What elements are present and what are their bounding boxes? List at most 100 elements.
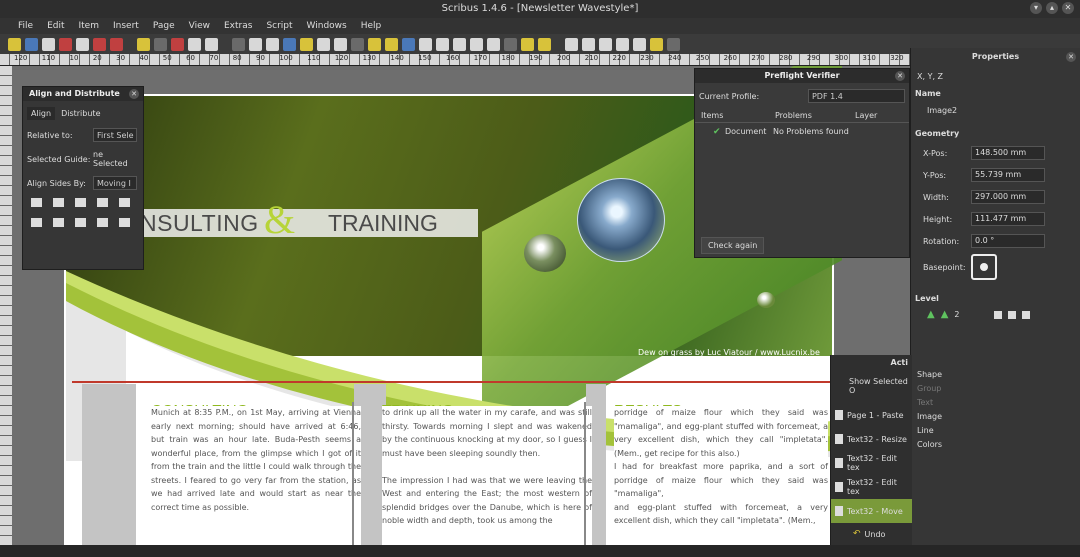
selected-guide-value[interactable]: ne Selected xyxy=(93,150,137,168)
flip-v-icon[interactable] xyxy=(1021,310,1030,319)
pdf-annotation-icon[interactable] xyxy=(650,37,663,51)
vertical-ruler[interactable] xyxy=(0,66,12,545)
section-line[interactable]: Line xyxy=(917,426,1080,435)
menu-page[interactable]: Page xyxy=(153,21,175,31)
show-selected-checkbox[interactable]: Show Selected O xyxy=(831,371,912,403)
check-again-button[interactable]: Check again xyxy=(701,237,765,254)
name-value[interactable]: Image2 xyxy=(911,98,1080,115)
edit-text-icon[interactable] xyxy=(453,37,466,51)
column-text-training[interactable]: to drink up all the water in my carafe, … xyxy=(382,406,592,545)
measure-icon[interactable] xyxy=(504,37,517,51)
pdf-link-icon[interactable] xyxy=(667,37,680,51)
cut-icon[interactable] xyxy=(171,37,184,51)
action-item-selected[interactable]: Text32 - Move xyxy=(831,499,912,523)
tab-align[interactable]: Align xyxy=(27,107,56,120)
menu-file[interactable]: File xyxy=(18,21,33,31)
menu-item[interactable]: Item xyxy=(79,21,100,31)
polygon-icon[interactable] xyxy=(334,37,347,51)
save-icon[interactable] xyxy=(42,37,55,51)
align-right-icon[interactable] xyxy=(74,198,86,207)
menu-edit[interactable]: Edit xyxy=(47,21,64,31)
level-up-icon[interactable]: ▲ xyxy=(927,309,935,320)
image-frame-icon[interactable] xyxy=(266,37,279,51)
close-document-icon[interactable] xyxy=(59,37,72,51)
menu-windows[interactable]: Windows xyxy=(307,21,347,31)
close-icon[interactable]: ✕ xyxy=(129,89,139,99)
pdf-checkbox-icon[interactable] xyxy=(599,37,612,51)
menu-extras[interactable]: Extras xyxy=(224,21,252,31)
level-top-icon[interactable]: ▲ xyxy=(941,309,949,320)
align-center-h-icon[interactable] xyxy=(52,198,64,207)
table-icon[interactable] xyxy=(300,37,313,51)
preflight-icon[interactable] xyxy=(93,37,106,51)
menu-insert[interactable]: Insert xyxy=(113,21,139,31)
align-right-edge-icon[interactable] xyxy=(118,198,130,207)
text-frame-icon[interactable] xyxy=(249,37,262,51)
menu-script[interactable]: Script xyxy=(266,21,292,31)
column-text-results[interactable]: porridge of maize flour which they said … xyxy=(614,406,828,545)
align-bottom-icon[interactable] xyxy=(74,218,86,227)
undo-button[interactable]: ↶ Undo xyxy=(831,523,912,539)
preflight-header[interactable]: Preflight Verifier ✕ xyxy=(695,69,909,83)
tab-xyz[interactable]: X, Y, Z xyxy=(911,66,1080,81)
select-icon[interactable] xyxy=(232,37,245,51)
action-item[interactable]: Text32 - Resize xyxy=(831,427,912,451)
flip-h-icon[interactable] xyxy=(1007,310,1016,319)
paste-icon[interactable] xyxy=(205,37,218,51)
minimize-icon[interactable]: ▾ xyxy=(1030,2,1042,14)
line-icon[interactable] xyxy=(368,37,381,51)
redo-icon[interactable] xyxy=(154,37,167,51)
copy-icon[interactable] xyxy=(188,37,201,51)
align-panel-header[interactable]: Align and Distribute ✕ xyxy=(23,87,143,101)
shape-icon[interactable] xyxy=(317,37,330,51)
header-consulting-text[interactable]: NSULTING xyxy=(140,209,259,237)
new-document-icon[interactable] xyxy=(8,37,21,51)
bezier-icon[interactable] xyxy=(385,37,398,51)
column-layer[interactable]: Layer xyxy=(855,111,877,120)
align-left-icon[interactable] xyxy=(31,198,42,207)
column-text-consulting[interactable]: Munich at 8:35 P.M., on 1st May, arrivin… xyxy=(151,406,361,545)
pdf-listbox-icon[interactable] xyxy=(633,37,646,51)
rotate-icon[interactable] xyxy=(402,37,415,51)
column-items[interactable]: Items xyxy=(701,111,775,120)
section-image[interactable]: Image xyxy=(917,412,1080,421)
open-icon[interactable] xyxy=(25,37,38,51)
zoom-icon[interactable] xyxy=(419,37,432,51)
align-center-v-icon[interactable] xyxy=(52,218,64,227)
menu-help[interactable]: Help xyxy=(361,21,382,31)
action-item[interactable]: Page 1 - Paste xyxy=(831,403,912,427)
basepoint-selector[interactable] xyxy=(971,254,997,280)
section-colors[interactable]: Colors xyxy=(917,440,1080,449)
menu-view[interactable]: View xyxy=(189,21,210,31)
close-icon[interactable]: ✕ xyxy=(895,71,905,81)
section-group[interactable]: Group xyxy=(917,384,1080,393)
action-item[interactable]: Text32 - Edit tex xyxy=(831,475,912,499)
lock-icon[interactable] xyxy=(993,310,1002,319)
copy-properties-icon[interactable] xyxy=(521,37,534,51)
properties-header[interactable]: Properties ✕ xyxy=(911,48,1080,66)
header-ampersand[interactable]: & xyxy=(264,196,295,244)
arc-icon[interactable] xyxy=(351,37,364,51)
pdf-combobox-icon[interactable] xyxy=(616,37,629,51)
column-problems[interactable]: Problems xyxy=(775,111,855,120)
unlink-frames-icon[interactable] xyxy=(487,37,500,51)
print-icon[interactable] xyxy=(76,37,89,51)
section-shape[interactable]: Shape xyxy=(917,370,1080,379)
edit-content-icon[interactable] xyxy=(436,37,449,51)
align-top-edge-icon[interactable] xyxy=(96,218,108,227)
maximize-icon[interactable]: ▴ xyxy=(1046,2,1058,14)
pdf-button-icon[interactable] xyxy=(565,37,578,51)
render-frame-icon[interactable] xyxy=(283,37,296,51)
eyedropper-icon[interactable] xyxy=(538,37,551,51)
link-frames-icon[interactable] xyxy=(470,37,483,51)
align-top-icon[interactable] xyxy=(31,218,42,227)
close-icon[interactable]: ✕ xyxy=(1062,2,1074,14)
align-left-edge-icon[interactable] xyxy=(96,198,108,207)
current-profile-select[interactable]: PDF 1.4 xyxy=(807,89,905,103)
action-item[interactable]: Text32 - Edit tex xyxy=(831,451,912,475)
pdf-textfield-icon[interactable] xyxy=(582,37,595,51)
close-icon[interactable]: ✕ xyxy=(1066,52,1076,62)
export-pdf-icon[interactable] xyxy=(110,37,123,51)
section-text[interactable]: Text xyxy=(917,398,1080,407)
preflight-row[interactable]: ✔ Document No Problems found xyxy=(695,123,909,233)
